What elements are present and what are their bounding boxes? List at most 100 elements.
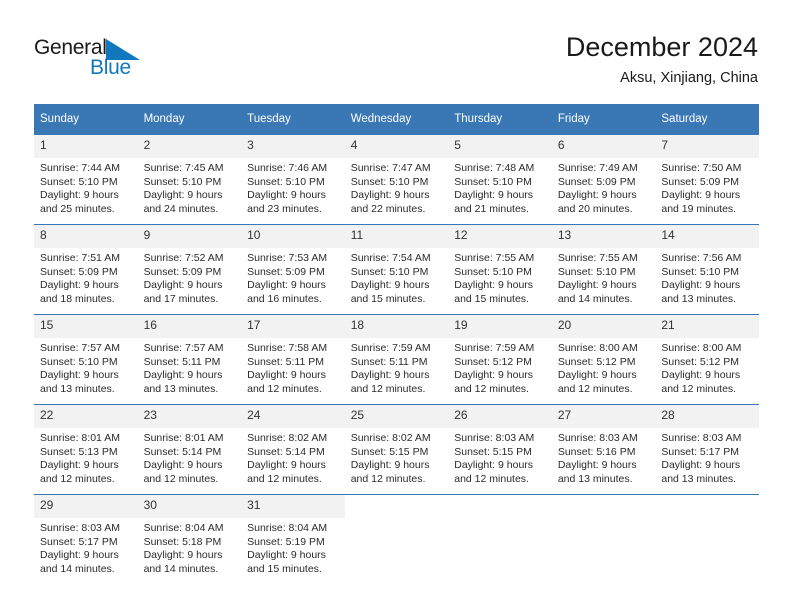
day-details: Sunrise: 7:47 AM Sunset: 5:10 PM Daylight:… bbox=[345, 158, 449, 216]
calendar-day-cell[interactable]: 6 Sunrise: 7:49 AM Sunset: 5:09 PM Daylight… bbox=[551, 134, 656, 225]
calendar-day-cell[interactable]: 22 Sunrise: 8:01 AM Sunset: 5:13 PM Dayligh… bbox=[34, 404, 138, 495]
day-number: 21 bbox=[655, 315, 759, 338]
daylight-duration-line2: and 12 minutes. bbox=[247, 472, 322, 485]
sunrise-time: Sunrise: 8:03 AM bbox=[557, 432, 638, 444]
weekday-header-thursday: Thursday bbox=[448, 104, 552, 135]
day-details: Sunrise: 8:03 AM Sunset: 5:16 PM Daylight:… bbox=[552, 428, 656, 486]
calendar-day-cell[interactable]: 21 Sunrise: 8:00 AM Sunset: 5:12 PM Dayligh… bbox=[655, 314, 759, 405]
calendar-day-cell[interactable]: 25 Sunrise: 8:02 AM Sunset: 5:15 PM Dayligh… bbox=[344, 404, 449, 495]
calendar-day-cell[interactable]: 10 Sunrise: 7:53 AM Sunset: 5:09 PM Dayligh… bbox=[241, 224, 345, 315]
daylight-duration-line1: Daylight: 9 hours bbox=[557, 459, 637, 472]
day-number: 3 bbox=[241, 135, 345, 158]
daylight-duration-line2: and 12 minutes. bbox=[454, 472, 529, 485]
daylight-duration-line1: Daylight: 9 hours bbox=[350, 279, 430, 292]
calendar-day-cell[interactable]: 23 Sunrise: 8:01 AM Sunset: 5:14 PM Dayligh… bbox=[137, 404, 242, 495]
calendar-day-cell[interactable]: 20 Sunrise: 8:00 AM Sunset: 5:12 PM Dayligh… bbox=[551, 314, 656, 405]
day-details: Sunrise: 7:46 AM Sunset: 5:10 PM Daylight:… bbox=[241, 158, 345, 216]
daylight-duration-line1: Daylight: 9 hours bbox=[454, 369, 534, 382]
sunrise-time: Sunrise: 8:03 AM bbox=[40, 522, 120, 534]
day-details: Sunrise: 7:59 AM Sunset: 5:12 PM Daylight:… bbox=[448, 338, 552, 396]
weekday-header-tuesday: Tuesday bbox=[241, 104, 345, 135]
calendar-empty-cell bbox=[551, 494, 656, 585]
day-number: 31 bbox=[241, 495, 345, 518]
day-details: Sunrise: 8:01 AM Sunset: 5:13 PM Daylight:… bbox=[34, 428, 138, 486]
day-details: Sunrise: 7:53 AM Sunset: 5:09 PM Daylight:… bbox=[241, 248, 345, 306]
daylight-duration-line1: Daylight: 9 hours bbox=[350, 459, 430, 472]
sunset-time: Sunset: 5:14 PM bbox=[143, 445, 222, 458]
weekday-header-wednesday: Wednesday bbox=[344, 104, 449, 135]
calendar-week-row: 15 Sunrise: 7:57 AM Sunset: 5:10 PM Dayligh… bbox=[34, 314, 759, 405]
daylight-duration-line2: and 21 minutes. bbox=[454, 202, 529, 215]
day-details: Sunrise: 8:02 AM Sunset: 5:15 PM Daylight:… bbox=[345, 428, 449, 486]
calendar-grid: Sunday Monday Tuesday Wednesday Thursday… bbox=[34, 104, 759, 585]
sunrise-time: Sunrise: 7:52 AM bbox=[143, 252, 224, 264]
calendar-day-cell[interactable]: 13 Sunrise: 7:55 AM Sunset: 5:10 PM Dayligh… bbox=[551, 224, 656, 315]
daylight-duration-line2: and 25 minutes. bbox=[40, 202, 115, 215]
daylight-duration-line1: Daylight: 9 hours bbox=[143, 369, 223, 382]
calendar-day-cell[interactable]: 7 Sunrise: 7:50 AM Sunset: 5:09 PM Daylight… bbox=[655, 134, 759, 225]
daylight-duration-line2: and 14 minutes. bbox=[40, 562, 115, 575]
day-number: 25 bbox=[344, 405, 449, 428]
calendar-day-cell[interactable]: 18 Sunrise: 7:59 AM Sunset: 5:11 PM Dayligh… bbox=[344, 314, 449, 405]
daylight-duration-line2: and 14 minutes. bbox=[557, 292, 633, 305]
day-details: Sunrise: 7:59 AM Sunset: 5:11 PM Daylight:… bbox=[345, 338, 449, 396]
calendar-day-cell[interactable]: 9 Sunrise: 7:52 AM Sunset: 5:09 PM Daylight… bbox=[137, 224, 242, 315]
daylight-duration-line2: and 15 minutes. bbox=[350, 292, 426, 305]
calendar-day-cell[interactable]: 15 Sunrise: 7:57 AM Sunset: 5:10 PM Dayligh… bbox=[34, 314, 138, 405]
calendar-day-cell[interactable]: 24 Sunrise: 8:02 AM Sunset: 5:14 PM Dayligh… bbox=[241, 404, 345, 495]
calendar-day-cell[interactable]: 4 Sunrise: 7:47 AM Sunset: 5:10 PM Daylight… bbox=[344, 134, 449, 225]
calendar-day-cell[interactable]: 26 Sunrise: 8:03 AM Sunset: 5:15 PM Dayligh… bbox=[448, 404, 552, 495]
sunset-time: Sunset: 5:10 PM bbox=[661, 265, 740, 278]
calendar-day-cell[interactable]: 16 Sunrise: 7:57 AM Sunset: 5:11 PM Dayligh… bbox=[137, 314, 242, 405]
calendar-day-cell[interactable]: 14 Sunrise: 7:56 AM Sunset: 5:10 PM Dayligh… bbox=[655, 224, 759, 315]
day-details: Sunrise: 7:45 AM Sunset: 5:10 PM Daylight:… bbox=[138, 158, 242, 216]
daylight-duration-line2: and 16 minutes. bbox=[247, 292, 322, 305]
daylight-duration-line2: and 12 minutes. bbox=[350, 382, 426, 395]
title-block: December 2024 Aksu, Xinjiang, China bbox=[566, 30, 758, 88]
day-details: Sunrise: 7:48 AM Sunset: 5:10 PM Daylight:… bbox=[448, 158, 552, 216]
page-title: December 2024 bbox=[565, 32, 758, 62]
calendar-day-cell[interactable]: 12 Sunrise: 7:55 AM Sunset: 5:10 PM Dayligh… bbox=[448, 224, 552, 315]
day-number: 19 bbox=[448, 315, 552, 338]
calendar-day-cell[interactable]: 30 Sunrise: 8:04 AM Sunset: 5:18 PM Dayligh… bbox=[137, 494, 242, 585]
calendar-day-cell[interactable]: 8 Sunrise: 7:51 AM Sunset: 5:09 PM Daylight… bbox=[34, 224, 138, 315]
sunset-time: Sunset: 5:09 PM bbox=[143, 265, 222, 278]
day-details: Sunrise: 7:57 AM Sunset: 5:11 PM Daylight:… bbox=[138, 338, 242, 396]
day-number: 24 bbox=[241, 405, 345, 428]
daylight-duration-line1: Daylight: 9 hours bbox=[661, 189, 741, 202]
weekday-header-friday: Friday bbox=[551, 104, 656, 135]
calendar-day-cell[interactable]: 17 Sunrise: 7:58 AM Sunset: 5:11 PM Dayligh… bbox=[241, 314, 345, 405]
daylight-duration-line2: and 17 minutes. bbox=[143, 292, 219, 305]
calendar-day-cell[interactable]: 28 Sunrise: 8:03 AM Sunset: 5:17 PM Dayligh… bbox=[655, 404, 759, 495]
day-number: 14 bbox=[655, 225, 759, 248]
day-number: 9 bbox=[137, 225, 242, 248]
day-number: 23 bbox=[137, 405, 242, 428]
day-details: Sunrise: 8:00 AM Sunset: 5:12 PM Daylight:… bbox=[655, 338, 759, 396]
sunset-time: Sunset: 5:10 PM bbox=[454, 265, 532, 278]
calendar-day-cell[interactable]: 19 Sunrise: 7:59 AM Sunset: 5:12 PM Dayligh… bbox=[448, 314, 552, 405]
calendar-day-cell[interactable]: 11 Sunrise: 7:54 AM Sunset: 5:10 PM Dayligh… bbox=[344, 224, 449, 315]
calendar-day-cell[interactable]: 5 Sunrise: 7:48 AM Sunset: 5:10 PM Daylight… bbox=[448, 134, 552, 225]
day-details: Sunrise: 7:51 AM Sunset: 5:09 PM Daylight:… bbox=[34, 248, 138, 306]
sunrise-time: Sunrise: 8:02 AM bbox=[247, 432, 328, 444]
calendar-day-cell[interactable]: 1 Sunrise: 7:44 AM Sunset: 5:10 PM Daylight… bbox=[34, 134, 138, 225]
daylight-duration-line1: Daylight: 9 hours bbox=[247, 279, 326, 292]
calendar-day-cell[interactable]: 3 Sunrise: 7:46 AM Sunset: 5:10 PM Daylight… bbox=[241, 134, 345, 225]
calendar-day-cell[interactable]: 31 Sunrise: 8:04 AM Sunset: 5:19 PM Dayligh… bbox=[241, 494, 345, 585]
brand-logo[interactable]: General Blue bbox=[34, 36, 254, 88]
sunset-time: Sunset: 5:19 PM bbox=[247, 535, 325, 548]
daylight-duration-line2: and 13 minutes. bbox=[143, 382, 219, 395]
day-number: 11 bbox=[344, 225, 449, 248]
day-details: Sunrise: 7:58 AM Sunset: 5:11 PM Daylight:… bbox=[241, 338, 345, 396]
sunset-time: Sunset: 5:14 PM bbox=[247, 445, 325, 458]
sunrise-time: Sunrise: 8:04 AM bbox=[143, 522, 224, 534]
sunset-time: Sunset: 5:10 PM bbox=[454, 175, 532, 188]
calendar-day-cell[interactable]: 29 Sunrise: 8:03 AM Sunset: 5:17 PM Dayligh… bbox=[34, 494, 138, 585]
day-details: Sunrise: 7:44 AM Sunset: 5:10 PM Daylight:… bbox=[34, 158, 138, 216]
calendar-day-cell[interactable]: 27 Sunrise: 8:03 AM Sunset: 5:16 PM Dayligh… bbox=[551, 404, 656, 495]
daylight-duration-line1: Daylight: 9 hours bbox=[40, 549, 119, 562]
sunrise-time: Sunrise: 8:00 AM bbox=[661, 342, 742, 354]
calendar-day-cell[interactable]: 2 Sunrise: 7:45 AM Sunset: 5:10 PM Daylight… bbox=[137, 134, 242, 225]
sunrise-time: Sunrise: 7:56 AM bbox=[661, 252, 742, 264]
sunset-time: Sunset: 5:12 PM bbox=[557, 355, 636, 368]
